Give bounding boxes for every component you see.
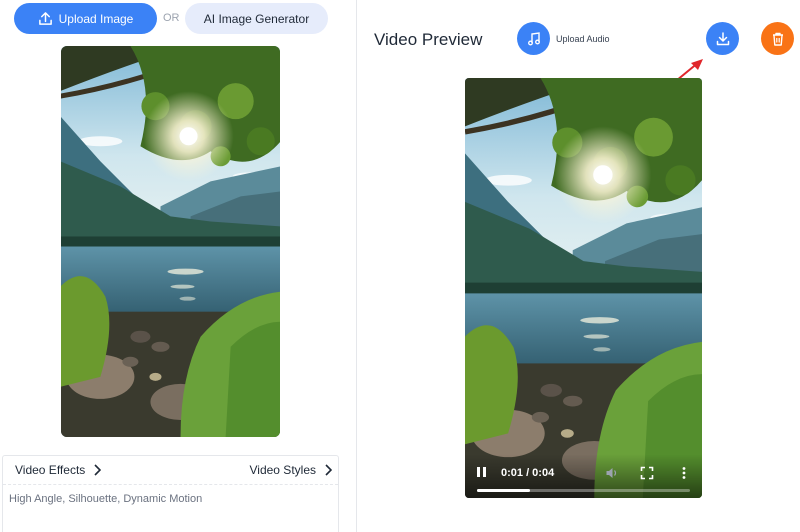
trash-icon: [772, 32, 783, 46]
or-separator: OR: [163, 12, 180, 24]
video-effects-selector[interactable]: Video Effects: [15, 463, 102, 477]
music-note-icon: [527, 31, 540, 45]
video-time-display: 0:01 / 0:04: [501, 467, 555, 479]
download-icon: [716, 31, 729, 45]
upload-image-label: Upload Image: [58, 11, 134, 26]
ai-image-generator-label: AI Image Generator: [203, 11, 310, 26]
ai-image-generator-button[interactable]: AI Image Generator: [185, 3, 328, 34]
fullscreen-icon[interactable]: [640, 466, 654, 480]
chevron-right-icon: [94, 464, 102, 476]
video-progress-track[interactable]: [477, 489, 690, 492]
more-options-icon[interactable]: [678, 466, 690, 480]
landscape-image: [61, 46, 280, 437]
pause-icon-bar: [483, 467, 486, 477]
video-styles-selector[interactable]: Video Styles: [249, 463, 332, 477]
music-note-icon-circle: [517, 22, 550, 55]
effects-header-row: Video Effects Video Styles: [3, 456, 338, 485]
right-panel: Video Preview Upload Audio 0:01 / 0:04: [357, 0, 800, 532]
upload-icon: [38, 12, 52, 25]
upload-audio-button[interactable]: Upload Audio: [517, 22, 610, 55]
download-button[interactable]: [706, 22, 739, 55]
upload-image-button[interactable]: Upload Image: [14, 3, 157, 34]
video-player[interactable]: 0:01 / 0:04: [465, 78, 702, 498]
video-progress-fill: [477, 489, 531, 492]
delete-button[interactable]: [761, 22, 794, 55]
source-image: [61, 46, 280, 437]
video-frame-image: [465, 78, 702, 498]
effects-panel: Video Effects Video Styles High Angle, S…: [2, 455, 339, 532]
upload-audio-label: Upload Audio: [556, 33, 610, 44]
video-effects-label: Video Effects: [15, 463, 86, 477]
chevron-right-icon: [325, 464, 332, 476]
volume-icon[interactable]: [605, 466, 619, 480]
effects-prompt-text[interactable]: High Angle, Silhouette, Dynamic Motion: [9, 493, 202, 505]
pause-icon-bar: [477, 467, 480, 477]
video-preview-title: Video Preview: [374, 30, 483, 49]
video-styles-label: Video Styles: [249, 463, 317, 477]
pause-button[interactable]: [477, 467, 489, 479]
video-controls: 0:01 / 0:04: [465, 454, 702, 498]
left-panel: Upload Image OR AI Image Generator Video…: [0, 0, 356, 532]
